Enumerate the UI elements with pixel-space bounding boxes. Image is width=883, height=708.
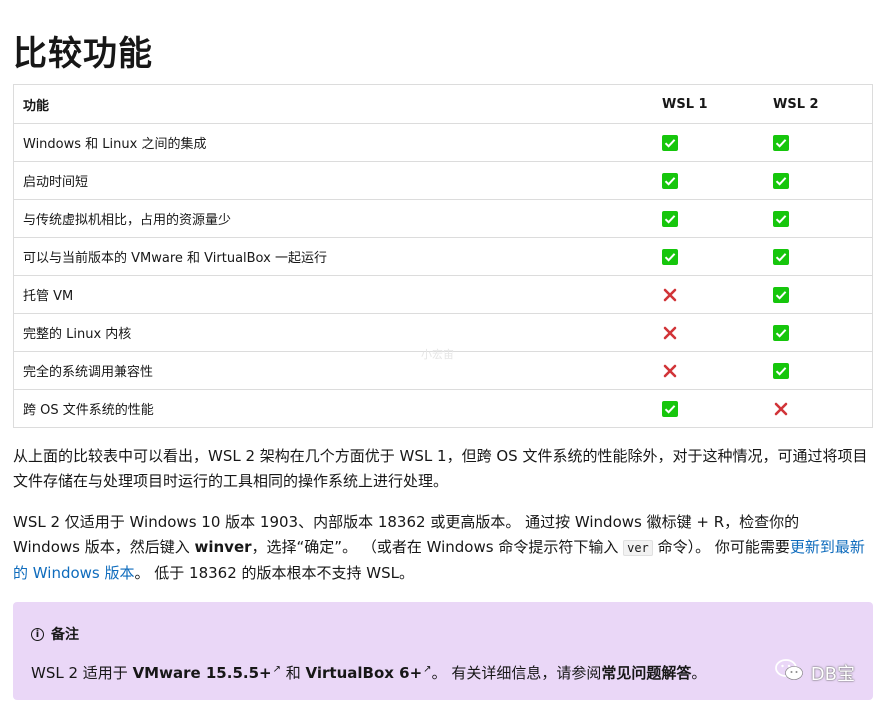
faq-link[interactable]: 常见问题解答 (601, 664, 691, 682)
virtualbox-link[interactable]: VirtualBox 6+ (306, 664, 423, 682)
req-text-4: 。 低于 18362 的版本根本不支持 WSL。 (134, 564, 415, 582)
note-text-2: 和 (280, 664, 306, 682)
ver-command: ver (623, 540, 653, 556)
check-icon (662, 134, 678, 151)
req-text-2: ，选择“确定”。 （或者在 Windows 命令提示符下输入 (251, 538, 624, 556)
check-icon (773, 172, 789, 189)
feature-cell: 跨 OS 文件系统的性能 (13, 389, 662, 428)
vmware-link[interactable]: VMware 15.5.5+ (133, 664, 272, 682)
source-watermark: DB宝 (774, 658, 855, 687)
check-icon (662, 248, 678, 265)
wsl1-cell (662, 161, 773, 200)
wsl2-cell (773, 275, 873, 314)
requirements-paragraph: WSL 2 仅适用于 Windows 10 版本 1903、内部版本 18362… (13, 510, 869, 586)
table-row: Windows 和 Linux 之间的集成 (13, 123, 873, 162)
feature-cell: Windows 和 Linux 之间的集成 (13, 123, 662, 162)
note-body: WSL 2 适用于 VMware 15.5.5+↗ 和 VirtualBox 6… (31, 662, 855, 683)
feature-cell: 可以与当前版本的 VMware 和 VirtualBox 一起运行 (13, 237, 662, 276)
table-row: 托管 VM (13, 275, 873, 314)
wsl1-cell (662, 275, 773, 314)
check-icon (773, 324, 789, 341)
note-text-1: WSL 2 适用于 (31, 664, 133, 682)
wsl1-cell (662, 237, 773, 276)
info-icon: i (31, 627, 44, 641)
check-icon (773, 248, 789, 265)
cross-icon (662, 287, 678, 303)
wsl2-cell (773, 389, 873, 428)
table-row: 可以与当前版本的 VMware 和 VirtualBox 一起运行 (13, 237, 873, 276)
feature-cell: 完全的系统调用兼容性 (13, 351, 662, 390)
check-icon (773, 362, 789, 379)
external-link-icon: ↗ (423, 664, 432, 675)
wsl2-cell (773, 351, 873, 390)
wsl2-cell (773, 161, 873, 200)
cross-icon (662, 363, 678, 379)
wsl2-cell (773, 199, 873, 238)
page-title: 比较功能 (13, 34, 153, 74)
check-icon (773, 286, 789, 303)
feature-cell: 与传统虚拟机相比，占用的资源量少 (13, 199, 662, 238)
comparison-table: 功能 WSL 1 WSL 2 Windows 和 Linux 之间的集成 启动时间… (13, 84, 873, 428)
note-heading: i 备注 (31, 624, 855, 644)
wsl1-cell (662, 199, 773, 238)
feature-cell: 完整的 Linux 内核 (13, 313, 662, 352)
note-text-4: 。 (691, 664, 707, 682)
header-feature: 功能 (13, 84, 662, 124)
table-row: 启动时间短 (13, 161, 873, 200)
wechat-icon (774, 658, 805, 687)
table-row: 跨 OS 文件系统的性能 (13, 389, 873, 428)
table-header-row: 功能 WSL 1 WSL 2 (13, 84, 873, 124)
cross-icon (662, 325, 678, 341)
check-icon (773, 134, 789, 151)
feature-cell: 启动时间短 (13, 161, 662, 200)
watermark-text: DB宝 (810, 663, 855, 685)
header-wsl1: WSL 1 (662, 84, 773, 124)
feature-cell: 托管 VM (13, 275, 662, 314)
center-watermark: 小宏宙 (421, 348, 454, 361)
wsl1-cell (662, 313, 773, 352)
check-icon (662, 400, 678, 417)
wsl2-cell (773, 313, 873, 352)
header-wsl2: WSL 2 (773, 84, 873, 124)
external-link-icon: ↗ (272, 664, 281, 675)
note-text-3: 。 有关详细信息，请参阅 (431, 664, 602, 682)
cross-icon (773, 401, 789, 417)
check-icon (773, 210, 789, 227)
note-callout: i 备注 WSL 2 适用于 VMware 15.5.5+↗ 和 Virtual… (13, 602, 873, 700)
check-icon (662, 210, 678, 227)
wsl1-cell (662, 351, 773, 390)
req-text-3: 命令）。 你可能需要 (652, 538, 790, 556)
table-row: 与传统虚拟机相比，占用的资源量少 (13, 199, 873, 238)
wsl2-cell (773, 237, 873, 276)
winver-command: winver (194, 538, 252, 556)
wsl1-cell (662, 389, 773, 428)
note-heading-label: 备注 (51, 627, 79, 643)
comparison-summary-paragraph: 从上面的比较表中可以看出，WSL 2 架构在几个方面优于 WSL 1，但跨 OS… (13, 447, 868, 490)
wsl2-cell (773, 123, 873, 162)
wsl1-cell (662, 123, 773, 162)
check-icon (662, 172, 678, 189)
